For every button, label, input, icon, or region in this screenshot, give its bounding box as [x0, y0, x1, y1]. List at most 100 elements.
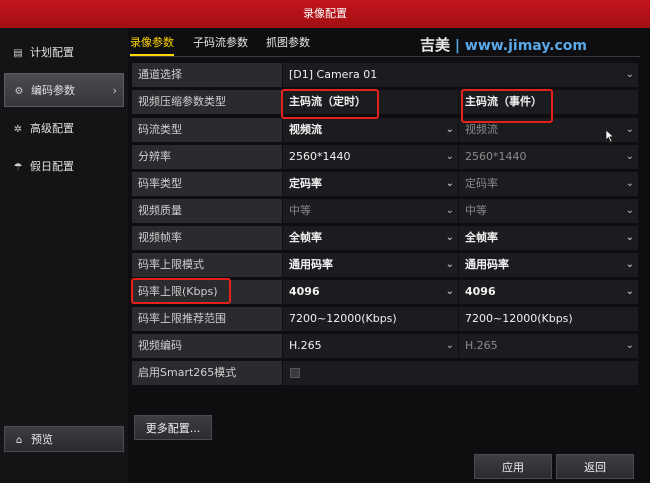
chevron-down-icon: ⌄	[625, 232, 634, 243]
row-label: 码率上限推荐范围	[132, 307, 282, 331]
row-label: 码率上限模式	[132, 253, 282, 277]
sidebar-item-label: 高级配置	[30, 122, 74, 135]
row-label: 视频编码	[132, 334, 282, 358]
form-row-video-codec: 视频编码 H.265 ⌄ H.265 ⌄	[132, 334, 638, 358]
smart265-cell	[283, 361, 638, 385]
cap-mode-event-select[interactable]: 通用码率 ⌄	[459, 253, 638, 277]
select-value: 视频流	[465, 123, 498, 136]
chevron-down-icon: ⌄	[445, 178, 454, 189]
bitrate-cap-event-select[interactable]: 4096 ⌄	[459, 280, 638, 304]
resolution-timed-select[interactable]: 2560*1440 ⌄	[283, 145, 458, 169]
chevron-down-icon: ⌄	[445, 340, 454, 351]
chevron-down-icon: ⌄	[445, 286, 454, 297]
form-row-recommended-range: 码率上限推荐范围 7200~12000(Kbps) 7200~12000(Kbp…	[132, 307, 638, 331]
cap-mode-timed-select[interactable]: 通用码率 ⌄	[283, 253, 458, 277]
apply-button[interactable]: 应用	[474, 454, 552, 479]
bitrate-type-event-select[interactable]: 定码率 ⌄	[459, 172, 638, 196]
form-row-stream-kind: 码流类型 视频流 ⌄ 视频流 ⌄	[132, 118, 638, 142]
select-value: 2560*1440	[289, 150, 351, 163]
chevron-down-icon: ⌄	[445, 259, 454, 270]
row-label: 视频帧率	[132, 226, 282, 250]
select-value: 全帧率	[465, 231, 498, 244]
select-value: 定码率	[465, 177, 498, 190]
chevron-down-icon: ⌄	[445, 205, 454, 216]
form-row-bitrate-type: 码率类型 定码率 ⌄ 定码率 ⌄	[132, 172, 638, 196]
select-value: 通用码率	[465, 258, 509, 271]
quality-event-select[interactable]: 中等 ⌄	[459, 199, 638, 223]
select-value: 4096	[289, 285, 320, 298]
select-value: H.265	[465, 339, 498, 352]
home-icon: ⌂	[15, 435, 23, 446]
select-value: 全帧率	[289, 231, 322, 244]
chevron-down-icon: ⌄	[625, 286, 634, 297]
sidebar-item-holiday[interactable]: ☂ 假日配置	[4, 150, 124, 184]
sidebar: ▤ 计划配置 ⚙ 编码参数 › ✲ 高级配置 ☂ 假日配置	[0, 28, 128, 483]
preview-button[interactable]: ⌂ 预览	[4, 426, 124, 452]
watermark-url: www.jimay.com	[464, 38, 587, 54]
row-label: 码流类型	[132, 118, 282, 142]
chevron-down-icon: ⌄	[625, 178, 634, 189]
form-row-channel: 通道选择 [D1] Camera 01 ⌄	[132, 63, 638, 87]
tab-snapshot-params[interactable]: 抓图参数	[266, 32, 310, 56]
chevron-down-icon: ⌄	[445, 151, 454, 162]
watermark: 吉美 | www.jimay.com	[420, 36, 587, 54]
form-row-stream-type-header: 视频压缩参数类型 主码流（定时） 主码流（事件）	[132, 90, 638, 114]
form-row-frame-rate: 视频帧率 全帧率 ⌄ 全帧率 ⌄	[132, 226, 638, 250]
frame-rate-timed-select[interactable]: 全帧率 ⌄	[283, 226, 458, 250]
highlight-box-event	[461, 89, 553, 123]
tab-substream-params[interactable]: 子码流参数	[193, 32, 248, 56]
back-button[interactable]: 返回	[556, 454, 634, 479]
sidebar-item-encoding[interactable]: ⚙ 编码参数 ›	[4, 73, 124, 107]
select-value: H.265	[289, 339, 322, 352]
watermark-cn: 吉美	[420, 36, 451, 54]
highlight-box-timed	[281, 89, 379, 119]
select-value: 定码率	[289, 177, 322, 190]
quality-timed-select[interactable]: 中等 ⌄	[283, 199, 458, 223]
window-title: 录像配置	[0, 0, 650, 28]
tab-record-params[interactable]: 录像参数	[130, 32, 174, 56]
umbrella-icon: ☂	[13, 162, 23, 173]
row-label: 视频质量	[132, 199, 282, 223]
chevron-down-icon: ⌄	[625, 151, 634, 162]
form-row-bitrate-cap-mode: 码率上限模式 通用码率 ⌄ 通用码率 ⌄	[132, 253, 638, 277]
chevron-down-icon: ⌄	[445, 232, 454, 243]
chevron-right-icon: ›	[112, 84, 117, 97]
chevron-down-icon: ⌄	[625, 124, 634, 135]
form-row-video-quality: 视频质量 中等 ⌄ 中等 ⌄	[132, 199, 638, 223]
sidebar-item-advanced[interactable]: ✲ 高级配置	[4, 112, 124, 146]
sidebar-item-schedule[interactable]: ▤ 计划配置	[4, 36, 124, 70]
codec-event-select[interactable]: H.265 ⌄	[459, 334, 638, 358]
row-label: 分辨率	[132, 145, 282, 169]
bitrate-cap-timed-select[interactable]: 4096 ⌄	[283, 280, 458, 304]
bitrate-type-timed-select[interactable]: 定码率 ⌄	[283, 172, 458, 196]
resolution-event-select[interactable]: 2560*1440 ⌄	[459, 145, 638, 169]
sidebar-item-label: 计划配置	[30, 46, 74, 59]
stream-kind-timed-select[interactable]: 视频流 ⌄	[283, 118, 458, 142]
row-label: 视频压缩参数类型	[132, 90, 282, 114]
row-label: 码率类型	[132, 172, 282, 196]
channel-value: [D1] Camera 01	[289, 68, 378, 81]
tab-divider	[130, 56, 640, 57]
sidebar-item-label: 编码参数	[31, 84, 75, 97]
highlight-box-bitrate-cap	[131, 278, 231, 304]
advanced-gear-icon: ✲	[13, 124, 23, 135]
recommended-range-timed: 7200~12000(Kbps)	[283, 307, 458, 331]
channel-select[interactable]: [D1] Camera 01 ⌄	[283, 63, 638, 87]
mouse-cursor-icon	[605, 129, 615, 143]
row-label: 启用Smart265模式	[132, 361, 282, 385]
preview-label: 预览	[31, 433, 53, 446]
select-value: 2560*1440	[465, 150, 527, 163]
chevron-down-icon: ⌄	[625, 340, 634, 351]
select-value: 视频流	[289, 123, 322, 136]
chevron-down-icon: ⌄	[625, 259, 634, 270]
codec-timed-select[interactable]: H.265 ⌄	[283, 334, 458, 358]
select-value: 通用码率	[289, 258, 333, 271]
smart265-checkbox[interactable]	[290, 368, 300, 378]
select-value: 4096	[465, 285, 496, 298]
chevron-down-icon: ⌄	[625, 205, 634, 216]
select-value: 中等	[465, 204, 487, 217]
sidebar-item-label: 假日配置	[30, 160, 74, 173]
more-config-button[interactable]: 更多配置...	[134, 415, 212, 440]
frame-rate-event-select[interactable]: 全帧率 ⌄	[459, 226, 638, 250]
calendar-icon: ▤	[13, 48, 23, 59]
